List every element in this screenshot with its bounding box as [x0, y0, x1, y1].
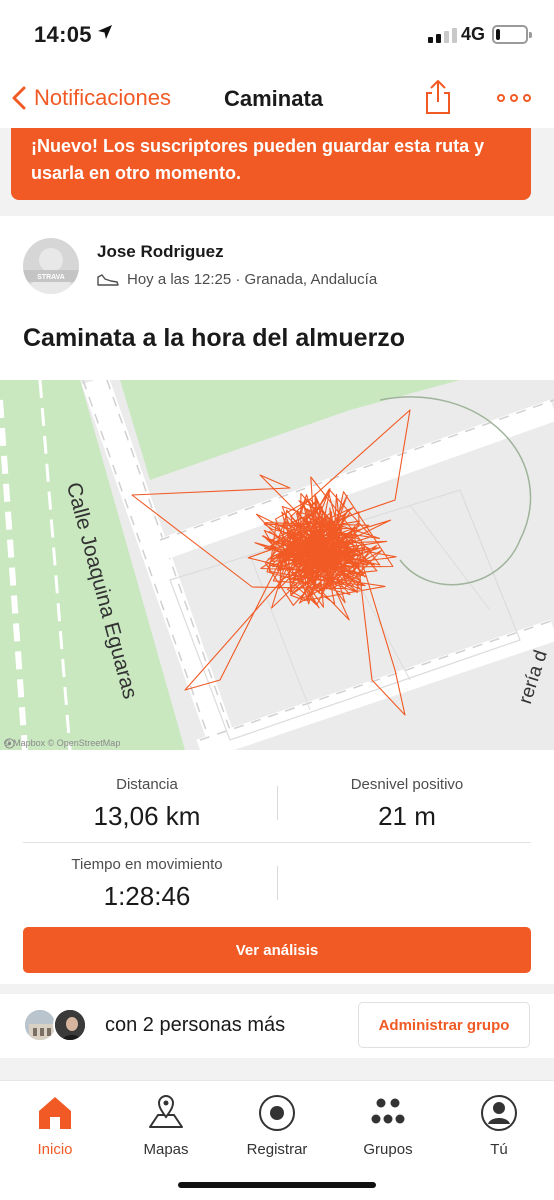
shoe-icon: [97, 273, 119, 286]
athlete-name[interactable]: Jose Rodriguez: [97, 242, 224, 262]
tab-label: Mapas: [143, 1141, 189, 1158]
share-button[interactable]: [418, 78, 458, 118]
stat-distance: Distancia 13,06 km: [32, 776, 262, 832]
stat-value: 1:28:46: [103, 881, 191, 911]
tab-label: Registrar: [246, 1141, 308, 1158]
tab-label: Tú: [490, 1141, 508, 1158]
signal-strength-icon: [428, 28, 457, 43]
divider: [277, 866, 278, 900]
home-indicator: [178, 1182, 376, 1188]
avatar-logo-text: STRAVA: [37, 274, 65, 281]
avatar[interactable]: STRAVA: [23, 238, 79, 294]
section-separator: [0, 1058, 554, 1080]
location-arrow-icon: [98, 25, 112, 39]
map-pin-icon: [149, 1095, 183, 1128]
status-time: 14:05: [34, 22, 92, 47]
chevron-left-icon: [12, 86, 26, 110]
group-member-avatar[interactable]: [23, 1008, 57, 1042]
stat-value: 13,06 km: [93, 801, 201, 831]
stat-label: Distancia: [116, 776, 178, 793]
profile-icon: [481, 1095, 517, 1131]
map-attribution[interactable]: © Mapbox © OpenStreetMap: [4, 738, 121, 749]
tab-label: Inicio: [37, 1141, 73, 1158]
manage-group-button[interactable]: Administrar grupo: [358, 1002, 530, 1048]
page-title: Caminata: [224, 86, 324, 111]
home-icon: [39, 1097, 71, 1129]
activity-meta: Hoy a las 12:25 · Granada, Andalucía: [97, 271, 377, 288]
groups-icon: [371, 1098, 405, 1124]
stat-label: Desnivel positivo: [350, 776, 464, 793]
more-options-button[interactable]: [490, 84, 538, 112]
stat-value: 21 m: [378, 801, 436, 831]
tab-label: Grupos: [363, 1141, 413, 1158]
stat-label: Tiempo en movimiento: [71, 856, 223, 873]
divider: [23, 842, 531, 843]
more-dots-icon: [497, 94, 505, 102]
navigation-bar: Notificaciones Caminata: [0, 70, 554, 128]
tab-mapas[interactable]: Mapas: [111, 1089, 221, 1164]
activity-meta-text: Hoy a las 12:25 · Granada, Andalucía: [127, 271, 378, 288]
tab-registrar[interactable]: Registrar: [222, 1089, 332, 1164]
record-icon: [259, 1095, 295, 1131]
group-row: con 2 personas más Administrar grupo: [0, 994, 554, 1058]
status-bar: 14:05 4G: [0, 0, 554, 70]
stat-elevation: Desnivel positivo 21 m: [292, 776, 522, 832]
subscriber-promo-banner[interactable]: ¡Nuevo! Los suscriptores pueden guardar …: [11, 128, 531, 200]
divider: [277, 786, 278, 820]
battery-icon: [492, 25, 532, 44]
attribution-text: © Mapbox © OpenStreetMap: [4, 738, 121, 748]
athlete-header: STRAVA Jose Rodriguez Hoy a las 12:25 · …: [0, 216, 554, 316]
view-analysis-button[interactable]: Ver análisis: [23, 927, 531, 973]
share-icon: [426, 80, 450, 114]
tab-grupos[interactable]: Grupos: [333, 1089, 443, 1164]
promo-container: ¡Nuevo! Los suscriptores pueden guardar …: [0, 128, 554, 216]
back-button[interactable]: Notificaciones: [10, 80, 171, 116]
section-separator: [0, 984, 554, 994]
tab-tu[interactable]: Tú: [444, 1089, 554, 1164]
info-icon: [4, 738, 15, 749]
group-text[interactable]: con 2 personas más: [105, 1014, 285, 1037]
activity-title[interactable]: Caminata a la hora del almuerzo: [23, 324, 405, 353]
stat-moving-time: Tiempo en movimiento 1:28:46: [32, 856, 262, 912]
network-type: 4G: [461, 24, 486, 44]
tab-inicio[interactable]: Inicio: [0, 1089, 110, 1164]
activity-stats: Distancia 13,06 km Desnivel positivo 21 …: [0, 750, 554, 915]
back-label: Notificaciones: [34, 85, 171, 110]
group-member-avatar[interactable]: [53, 1008, 87, 1042]
